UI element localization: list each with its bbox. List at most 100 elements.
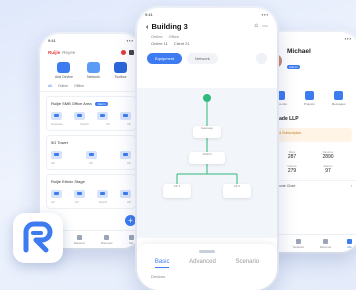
status-time: 9:41 bbox=[145, 11, 153, 17]
device-label: AP bbox=[105, 122, 110, 126]
meta-scene: Office bbox=[168, 34, 179, 39]
ap-icon bbox=[74, 190, 85, 198]
project-card[interactable]: Ruijie SMB Office Area Alarm Gateway Swi… bbox=[46, 96, 136, 131]
home-icon[interactable]: ⌂ bbox=[254, 23, 258, 30]
tab-discover[interactable]: Discover bbox=[320, 238, 331, 249]
add-project-button[interactable]: + bbox=[125, 215, 136, 226]
filter-online[interactable]: Online bbox=[58, 84, 68, 88]
topology-phone: 9:41 ▪▪▪ ‹ Building 3 ⌂ ⋯ Online Office … bbox=[137, 8, 277, 290]
scan-icon[interactable] bbox=[129, 49, 134, 55]
project-card-title: Ruijie Ethnic Stage bbox=[51, 179, 131, 184]
tab-me[interactable]: Me bbox=[347, 238, 353, 249]
gateway-icon bbox=[51, 112, 62, 120]
back-icon[interactable]: ‹ bbox=[146, 22, 149, 31]
quick-action-label: Network bbox=[87, 75, 100, 79]
alarm-badge: Alarm bbox=[94, 101, 109, 106]
device-label: AP bbox=[126, 200, 131, 204]
ap-node[interactable]: AP 1 bbox=[163, 184, 191, 198]
shortcut-label: Messages bbox=[331, 102, 346, 106]
logo-mark bbox=[23, 221, 53, 253]
stat-value: 2890 bbox=[322, 154, 334, 160]
online-count: Online 11 bbox=[151, 41, 168, 46]
topology-canvas[interactable]: Gateway Switch AP 1 AP 2 bbox=[137, 88, 277, 238]
brand-name: Ruijie bbox=[48, 49, 61, 55]
device-label: Switch bbox=[98, 200, 108, 204]
discover-icon bbox=[104, 234, 110, 240]
shortcut-label: Projects bbox=[303, 102, 315, 106]
page-title: ‹ Building 3 bbox=[146, 22, 188, 31]
signal-icon: ▪▪▪ bbox=[126, 37, 134, 43]
project-card[interactable]: Ruijie Ethnic Stage AP AP Switch AP bbox=[46, 174, 136, 209]
shortcut-messages[interactable]: Messages bbox=[331, 91, 346, 106]
stat-item: Sites 287 bbox=[274, 150, 310, 160]
filter-all[interactable]: All bbox=[48, 84, 52, 88]
ap-icon bbox=[51, 151, 62, 159]
notification-icon[interactable] bbox=[121, 49, 126, 55]
sheet-handle[interactable] bbox=[199, 250, 215, 253]
node-label: AP 2 bbox=[233, 184, 241, 188]
project-counts: Online 11 Client 21 bbox=[137, 40, 277, 47]
signal-icon: ▪▪▪ bbox=[344, 35, 352, 41]
tab-basic[interactable]: Basic bbox=[154, 259, 170, 268]
section-label: Devices bbox=[151, 274, 166, 279]
quick-action-label: Add Device bbox=[55, 75, 73, 79]
node-label: Switch bbox=[202, 152, 212, 156]
device-row bbox=[51, 151, 131, 159]
switch-node[interactable]: Switch bbox=[189, 152, 225, 164]
brand-suffix: Reyee bbox=[62, 49, 76, 55]
accounts-icon bbox=[276, 91, 286, 100]
tab-network[interactable]: Network bbox=[187, 53, 218, 64]
tab-advanced[interactable]: Advanced bbox=[189, 259, 216, 268]
building-name: Building 3 bbox=[151, 22, 188, 31]
quick-action-toolbox[interactable]: Toolbox bbox=[113, 62, 127, 79]
more-icon[interactable]: ⋯ bbox=[262, 23, 268, 30]
ap-icon bbox=[120, 151, 131, 159]
switch-icon bbox=[97, 190, 108, 198]
filter-offline[interactable]: Offline bbox=[74, 84, 84, 88]
chevron-right-icon: › bbox=[350, 184, 352, 188]
client-count: Client 21 bbox=[173, 41, 190, 46]
device-row bbox=[51, 190, 131, 198]
stat-value: 287 bbox=[287, 154, 297, 160]
ap-icon bbox=[85, 151, 97, 159]
toolbox-icon bbox=[113, 62, 127, 73]
tab-scenario[interactable]: Scenario bbox=[235, 259, 259, 268]
topology-icon[interactable] bbox=[256, 53, 267, 64]
status-bar: 9:41 ▪▪▪ bbox=[137, 8, 277, 20]
device-label: Switch bbox=[79, 122, 89, 126]
role-badge: Admin bbox=[287, 65, 300, 69]
device-label: AP bbox=[88, 161, 93, 165]
internet-icon bbox=[203, 94, 211, 102]
tab-label: Network bbox=[73, 240, 85, 245]
tab-equipment[interactable]: Equipment bbox=[147, 53, 183, 64]
header-actions: ⌂ ⋯ bbox=[254, 23, 268, 30]
project-card[interactable]: 5G Tower AP AP AP bbox=[46, 135, 136, 170]
gateway-node[interactable]: Gateway bbox=[193, 126, 221, 138]
signal-icon: ▪▪▪ bbox=[261, 11, 269, 17]
quick-action-add[interactable]: Add Device bbox=[55, 62, 73, 79]
shortcut-projects[interactable]: Projects bbox=[304, 91, 315, 106]
node-label: Gateway bbox=[201, 126, 213, 130]
tab-network[interactable]: Network bbox=[73, 234, 85, 245]
subscription-banner[interactable]: Cloud Subscription bbox=[268, 128, 352, 142]
sheet-tabs: Basic Advanced Scenario bbox=[137, 259, 277, 268]
meta-status: Online bbox=[151, 34, 163, 39]
messages-icon bbox=[334, 91, 344, 100]
ap-node[interactable]: AP 2 bbox=[223, 184, 251, 198]
device-label: AP bbox=[126, 161, 131, 165]
device-label: AP bbox=[74, 200, 79, 204]
device-label: AP bbox=[51, 161, 56, 165]
stat-item: Alarms 97 bbox=[310, 164, 346, 174]
tab-label: Me bbox=[129, 240, 134, 245]
stat-value: 97 bbox=[325, 168, 331, 174]
tab-me[interactable]: Me bbox=[128, 234, 134, 245]
stat-value: 279 bbox=[287, 168, 297, 174]
tab-discover[interactable]: Discover bbox=[101, 234, 113, 245]
add-device-icon bbox=[57, 62, 71, 73]
brand-label: Ruijie Reyee bbox=[48, 50, 75, 55]
header-actions bbox=[121, 49, 134, 55]
project-card-title: Ruijie SMB Office Area Alarm bbox=[51, 101, 131, 106]
page-header: ‹ Building 3 ⌂ ⋯ bbox=[137, 20, 277, 33]
quick-action-network[interactable]: Network bbox=[86, 62, 100, 79]
tab-network[interactable]: Network bbox=[293, 238, 304, 249]
